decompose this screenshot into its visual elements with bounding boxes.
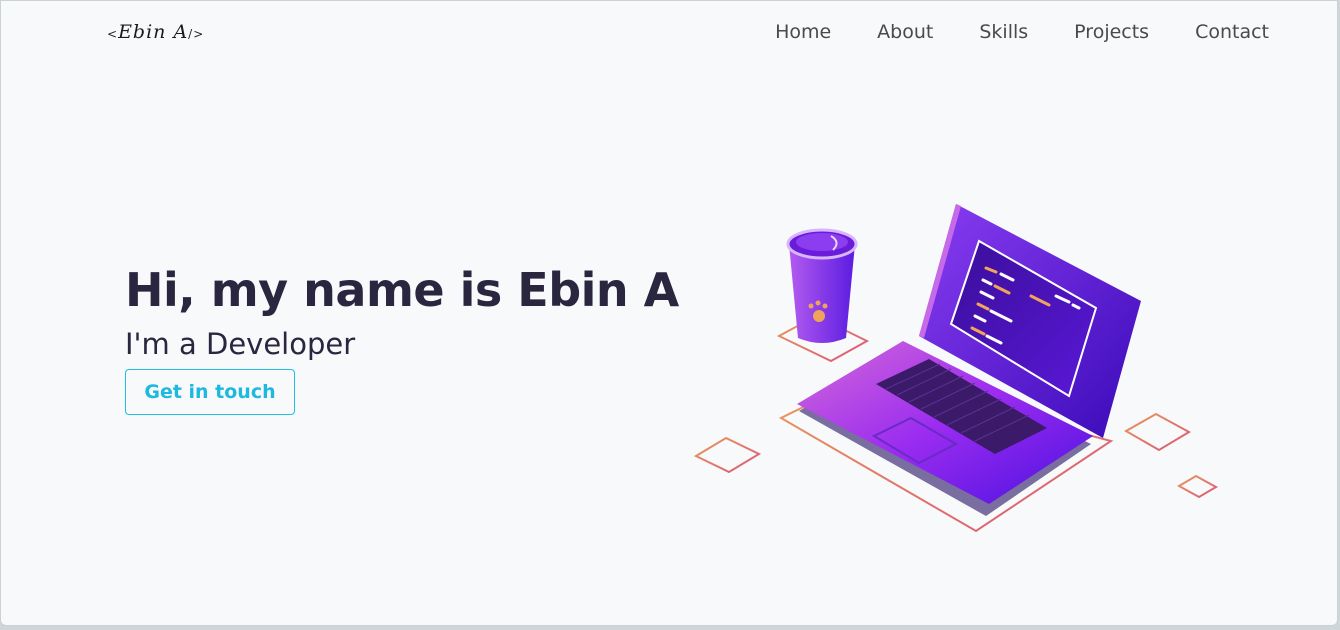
hero-subheading: I'm a Developer [125,327,356,361]
hero-section: Hi, my name is Ebin A I'm a Developer Ge… [125,263,679,415]
logo-open-bracket: < [107,27,119,41]
nav-item-home[interactable]: Home [775,21,831,43]
main-nav: Home About Skills Projects Contact [775,21,1269,43]
logo-name: Ebin A [118,21,189,43]
portfolio-page: <Ebin A/> Home About Skills Projects Con… [0,0,1338,626]
nav-item-skills[interactable]: Skills [979,21,1028,43]
nav-item-about[interactable]: About [877,21,933,43]
laptop-illustration-icon [693,204,1219,533]
nav-item-projects[interactable]: Projects [1074,21,1149,43]
hero-heading: Hi, my name is Ebin A [125,263,679,317]
site-logo[interactable]: <Ebin A/> [107,21,204,43]
nav-item-contact[interactable]: Contact [1195,21,1269,43]
get-in-touch-button[interactable]: Get in touch [125,369,295,415]
logo-close-bracket: /> [188,27,205,41]
